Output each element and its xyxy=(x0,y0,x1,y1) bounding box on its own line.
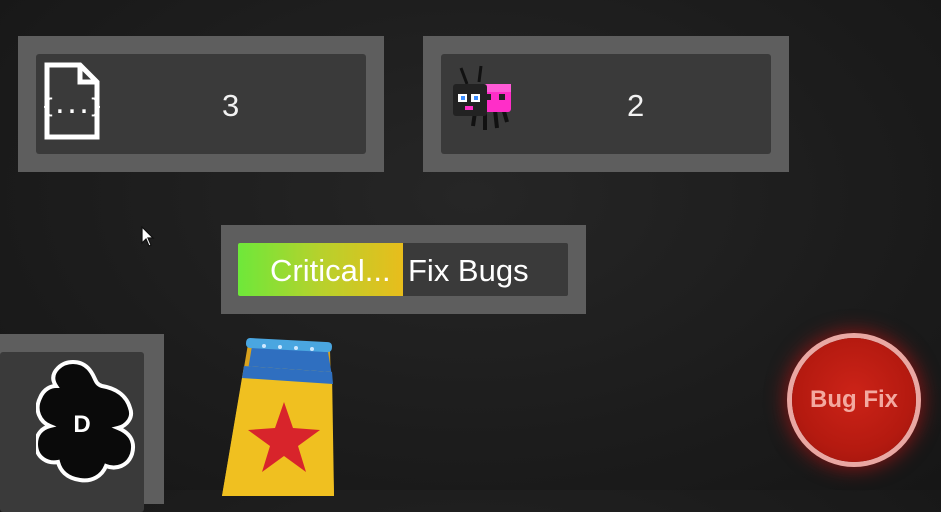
plugin-letter: D xyxy=(73,411,90,438)
plugin-panel[interactable]: D xyxy=(0,334,164,512)
task-status-label: Critical... xyxy=(270,253,391,288)
svg-text:{...}: {...} xyxy=(44,94,100,118)
bug-fix-label: Bug Fix xyxy=(810,386,898,413)
puzzle-piece-icon: D xyxy=(36,360,135,483)
bug-icon xyxy=(453,65,511,130)
code-files-panel: {...} 3 xyxy=(18,36,384,172)
code-files-panel-inner: {...} 3 xyxy=(36,54,366,154)
energy-drink-can-icon[interactable] xyxy=(218,336,338,496)
task-name-label: Fix Bugs xyxy=(408,253,529,288)
bugs-count: 2 xyxy=(627,88,645,123)
code-file-icon: {...} xyxy=(44,62,100,140)
task-panel[interactable]: Critical... Fix Bugs xyxy=(221,225,586,314)
mouse-cursor-icon xyxy=(141,226,155,247)
code-files-count: 3 xyxy=(222,88,240,123)
bug-fix-button[interactable]: Bug Fix xyxy=(792,338,916,462)
task-progress-bar: Critical... Fix Bugs xyxy=(238,243,568,296)
bugs-panel-inner: 2 xyxy=(441,54,771,154)
bugs-panel: 2 xyxy=(423,36,789,172)
plugin-panel-inner: D xyxy=(0,352,144,512)
